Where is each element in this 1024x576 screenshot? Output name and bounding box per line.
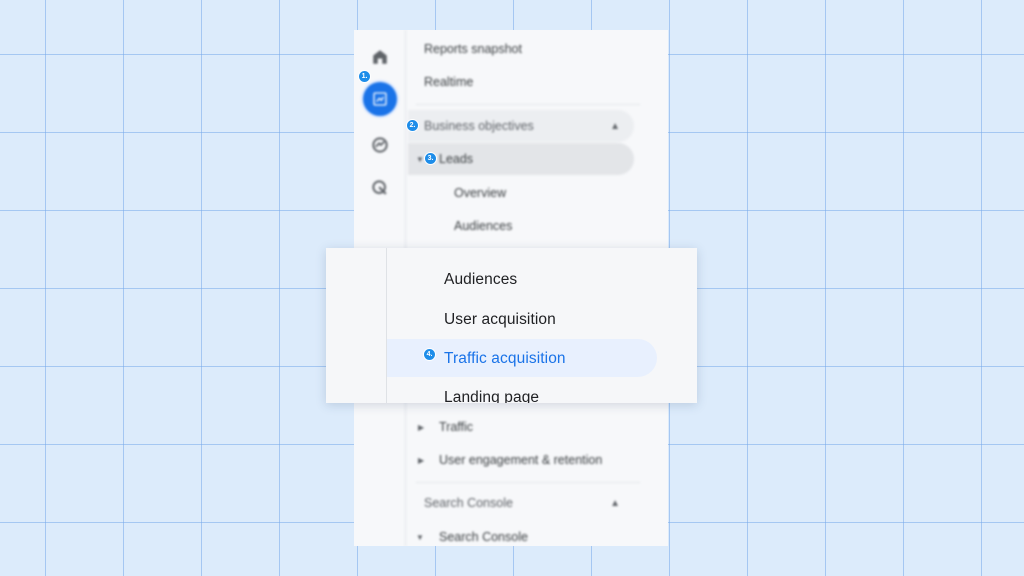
nav-traffic[interactable]: ▶ Traffic (406, 411, 668, 443)
zoom-nav-user-acquisition[interactable]: User acquisition (444, 311, 556, 329)
divider (416, 104, 640, 105)
nav-overview[interactable]: Overview (406, 177, 668, 209)
nav-leads[interactable]: ▼ Leads (406, 143, 668, 175)
chevron-up-icon: ▲ (610, 497, 620, 509)
reports-icon[interactable] (363, 82, 397, 116)
expand-caret-icon: ▶ (418, 422, 425, 432)
home-icon[interactable] (365, 42, 395, 72)
nav-reports-snapshot[interactable]: Reports snapshot (406, 33, 668, 65)
step-badge-1: 1. (358, 70, 371, 83)
section-label: Search Console (424, 496, 513, 510)
section-search-console[interactable]: Search Console ▲ (406, 487, 668, 519)
chevron-up-icon: ▲ (610, 120, 620, 132)
zoom-callout: Audiences User acquisition Traffic acqui… (326, 248, 697, 403)
nav-label: Reports snapshot (424, 42, 522, 56)
zoom-nav-audiences[interactable]: Audiences (444, 271, 517, 289)
nav-realtime[interactable]: Realtime (406, 66, 668, 98)
section-label: Business objectives (424, 119, 534, 133)
nav-label: User engagement & retention (439, 453, 603, 467)
step-badge-4: 4. (423, 348, 436, 361)
nav-user-engagement[interactable]: ▶ User engagement & retention (406, 444, 668, 476)
step-badge-3: 3. (424, 152, 437, 165)
section-business-objectives[interactable]: Business objectives ▲ (406, 110, 668, 142)
step-badge-2: 2. (406, 119, 419, 132)
explore-icon[interactable] (365, 130, 395, 160)
expand-caret-icon: ▼ (416, 154, 424, 164)
nav-label: Audiences (454, 219, 513, 233)
divider (416, 482, 640, 483)
nav-label: Overview (454, 186, 507, 200)
expand-caret-icon: ▼ (416, 532, 424, 542)
nav-search-console[interactable]: ▼ Search Console (406, 521, 668, 546)
expand-caret-icon: ▶ (418, 455, 425, 465)
zoom-nav-traffic-acquisition[interactable]: Traffic acquisition (444, 350, 566, 368)
nav-label: Realtime (424, 75, 474, 89)
nav-label: Leads (439, 152, 474, 166)
nav-label: Traffic (439, 420, 474, 434)
zoom-nav-landing-page[interactable]: Landing page (444, 389, 539, 403)
nav-label: Search Console (439, 530, 528, 544)
advertising-icon[interactable] (365, 173, 395, 203)
rail-divider (386, 248, 387, 403)
nav-audiences[interactable]: Audiences (406, 210, 668, 242)
